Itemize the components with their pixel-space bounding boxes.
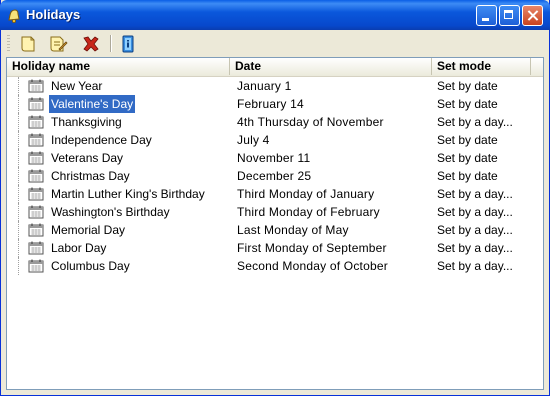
list-item[interactable]: Labor Day First Monday of September Set … (7, 239, 543, 257)
tree-line (18, 149, 20, 167)
list-header: Holiday name Date Set mode (7, 58, 543, 77)
column-header-mode[interactable]: Set mode (432, 58, 531, 75)
calendar-icon (28, 151, 44, 165)
holiday-name: Memorial Day (51, 223, 126, 237)
list-item[interactable]: Washington's Birthday Third Monday of Fe… (7, 203, 543, 221)
tree-line (18, 167, 20, 185)
tree-line (18, 113, 20, 131)
info-book-icon[interactable] (118, 34, 138, 54)
holiday-set-mode: Set by a day... (437, 223, 513, 237)
holiday-date: July 4 (237, 133, 270, 147)
holidays-window: Holidays Holiday name Date Set mode New … (0, 0, 550, 396)
toolbar-grip[interactable] (7, 35, 10, 52)
holiday-name: New Year (51, 79, 103, 93)
calendar-icon (28, 133, 44, 147)
holiday-name: Martin Luther King's Birthday (51, 187, 205, 201)
calendar-icon (28, 169, 44, 183)
holiday-date: Second Monday of October (237, 259, 388, 273)
toolbar (1, 30, 549, 57)
tree-line (18, 203, 20, 221)
holiday-date: December 25 (237, 169, 312, 183)
calendar-icon (28, 205, 44, 219)
holiday-date: January 1 (237, 79, 292, 93)
holiday-set-mode: Set by a day... (437, 241, 513, 255)
list-item[interactable]: Martin Luther King's Birthday Third Mond… (7, 185, 543, 203)
holiday-name: Christmas Day (51, 169, 130, 183)
list-item[interactable]: Independence Day July 4 Set by date (7, 131, 543, 149)
holiday-date: Third Monday of February (237, 205, 380, 219)
holiday-set-mode: Set by a day... (437, 205, 513, 219)
calendar-icon (28, 97, 44, 111)
column-header-date[interactable]: Date (230, 58, 432, 75)
holiday-set-mode: Set by date (437, 97, 498, 111)
holiday-date: First Monday of September (237, 241, 387, 255)
holiday-date: November 11 (237, 151, 311, 165)
holiday-date: Third Monday of January (237, 187, 375, 201)
calendar-icon (28, 223, 44, 237)
holiday-name: Thanksgiving (51, 115, 122, 129)
column-header-name[interactable]: Holiday name (7, 58, 230, 75)
tree-line (18, 221, 20, 239)
tree-line (18, 185, 20, 203)
holiday-name: Independence Day (51, 133, 152, 147)
list-item[interactable]: Memorial Day Last Monday of May Set by a… (7, 221, 543, 239)
delete-x-icon[interactable] (81, 34, 101, 54)
list-item[interactable]: New Year January 1 Set by date (7, 77, 543, 95)
app-bell-icon (8, 9, 20, 23)
calendar-icon (28, 187, 44, 201)
holiday-name: Valentine's Day (47, 94, 137, 114)
holiday-list[interactable]: Holiday name Date Set mode New Year Janu… (6, 57, 544, 390)
holiday-set-mode: Set by a day... (437, 259, 513, 273)
close-button[interactable] (522, 5, 543, 26)
tree-line (18, 77, 20, 95)
holiday-date: February 14 (237, 97, 304, 111)
calendar-icon (28, 79, 44, 93)
holiday-set-mode: Set by date (437, 79, 498, 93)
minimize-button[interactable] (476, 5, 497, 26)
list-item[interactable]: Thanksgiving 4th Thursday of November Se… (7, 113, 543, 131)
list-item-selected[interactable]: Valentine's Day February 14 Set by date (7, 94, 543, 114)
list-item[interactable]: Columbus Day Second Monday of October Se… (7, 257, 543, 275)
edit-document-icon[interactable] (48, 34, 68, 54)
holiday-set-mode: Set by date (437, 169, 498, 183)
holiday-name: Columbus Day (51, 259, 130, 273)
calendar-icon (28, 241, 44, 255)
holiday-date: 4th Thursday of November (237, 115, 384, 129)
holiday-name: Veterans Day (51, 151, 124, 165)
tree-line (18, 257, 20, 275)
holiday-set-mode: Set by date (437, 151, 498, 165)
list-item[interactable]: Christmas Day December 25 Set by date (7, 167, 543, 185)
calendar-icon (28, 259, 44, 273)
list-item[interactable]: Veterans Day November 11 Set by date (7, 149, 543, 167)
window-title: Holidays (26, 7, 81, 22)
title-bar[interactable]: Holidays (0, 0, 550, 30)
holiday-name: Labor Day (51, 241, 107, 255)
toolbar-separator (110, 35, 112, 52)
maximize-button[interactable] (499, 5, 520, 26)
tree-line (18, 95, 20, 113)
holiday-set-mode: Set by a day... (437, 187, 513, 201)
holiday-name: Washington's Birthday (51, 205, 170, 219)
holiday-date: Last Monday of May (237, 223, 349, 237)
tree-line (18, 239, 20, 257)
calendar-icon (28, 115, 44, 129)
tree-line (18, 131, 20, 149)
holiday-set-mode: Set by date (437, 133, 498, 147)
new-document-icon[interactable] (18, 34, 38, 54)
holiday-set-mode: Set by a day... (437, 115, 513, 129)
